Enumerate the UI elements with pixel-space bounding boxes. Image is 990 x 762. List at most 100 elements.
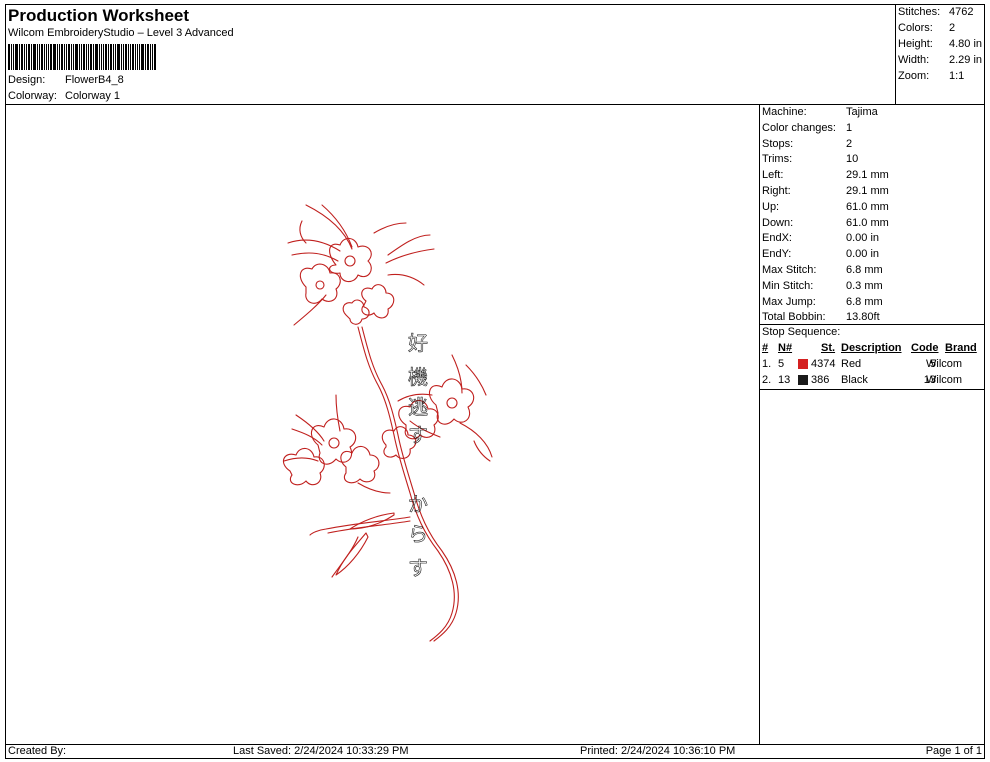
width-value: 2.29 in bbox=[949, 54, 983, 66]
colorway-value: Colorway 1 bbox=[65, 90, 121, 102]
colors-value: 2 bbox=[949, 22, 956, 34]
column-header-n: N# bbox=[778, 342, 793, 354]
width-label: Width: bbox=[898, 54, 930, 66]
property-value: 2 bbox=[846, 137, 853, 150]
property-label: Color changes: bbox=[762, 121, 836, 134]
page-title: Production Worksheet bbox=[8, 6, 190, 25]
design-value: FlowerB4_8 bbox=[65, 74, 124, 86]
colors-row: Colors: 2 bbox=[898, 22, 955, 34]
divider bbox=[760, 324, 985, 325]
property-label: Left: bbox=[762, 169, 784, 182]
height-label: Height: bbox=[898, 38, 933, 50]
property-row: Machine: Tajima bbox=[762, 106, 878, 118]
property-value: 1 bbox=[846, 121, 853, 134]
height-value: 4.80 in bbox=[949, 38, 983, 50]
embroidery-design: 好機逃すからす bbox=[282, 204, 493, 642]
page-number: Page 1 of 1 bbox=[925, 745, 982, 757]
property-label: Total Bobbin: bbox=[762, 311, 826, 324]
property-value: 0.00 in bbox=[846, 232, 880, 245]
stitches-label: Stitches: bbox=[898, 6, 941, 18]
property-row: Up: 61.0 mm bbox=[762, 201, 889, 213]
embroidered-kanji: か bbox=[408, 492, 428, 516]
property-row: Total Bobbin: 13.80ft bbox=[762, 311, 880, 323]
property-label: EndX: bbox=[762, 232, 792, 245]
stem bbox=[357, 326, 455, 642]
stats-box: Stitches: 4762 Colors: 2 Height: 4.80 in Wi… bbox=[895, 4, 985, 104]
stop-num: 1. bbox=[762, 358, 772, 370]
worksheet-header: Production Worksheet Wilcom EmbroiderySt… bbox=[5, 4, 895, 104]
stop-sequence-row: 1. 5 4374 Red 5 Wilcom bbox=[762, 358, 984, 372]
property-row: EndY: 0.00 in bbox=[762, 248, 879, 260]
embroidered-kanji: す bbox=[408, 423, 428, 447]
property-label: Stops: bbox=[762, 137, 794, 150]
colorway-label: Colorway: bbox=[8, 90, 57, 102]
property-value: 10 bbox=[846, 153, 859, 166]
stitches-row: Stitches: 4762 bbox=[898, 6, 973, 18]
property-value: Tajima bbox=[846, 106, 878, 118]
property-value: 29.1 mm bbox=[846, 169, 889, 182]
design-label: Design: bbox=[8, 74, 46, 86]
divider bbox=[760, 389, 985, 390]
property-row: Down: 61.0 mm bbox=[762, 217, 889, 229]
column-header-st: St. bbox=[821, 342, 836, 354]
property-row: Max Stitch: 6.8 mm bbox=[762, 264, 883, 276]
last-saved: Last Saved: 2/24/2024 10:33:29 PM bbox=[233, 745, 409, 757]
embroidered-kanji: 好 bbox=[408, 331, 428, 355]
stop-desc: Red bbox=[841, 358, 862, 370]
stop-brand: Wilcom bbox=[926, 358, 963, 370]
property-row: Stops: 2 bbox=[762, 138, 852, 150]
property-label: Trims: bbox=[762, 153, 793, 166]
column-header-num: # bbox=[762, 342, 769, 354]
design-preview: 好機逃すからす bbox=[6, 105, 759, 744]
property-row: Left: 29.1 mm bbox=[762, 169, 889, 181]
property-value: 0.3 mm bbox=[846, 279, 883, 292]
design-name-row: Design: FlowerB4_8 bbox=[8, 74, 124, 86]
property-label: Right: bbox=[762, 185, 791, 197]
stop-n: 5 bbox=[778, 358, 785, 370]
stop-sequence-title: Stop Sequence: bbox=[762, 326, 841, 338]
width-row: Width: 2.29 in bbox=[898, 54, 982, 66]
stop-num: 2. bbox=[762, 373, 772, 386]
property-value: 6.8 mm bbox=[846, 264, 883, 276]
property-label: Machine: bbox=[762, 106, 807, 118]
stop-st: 386 bbox=[811, 373, 830, 386]
property-row: EndX: 0.00 in bbox=[762, 232, 879, 244]
colors-label: Colors: bbox=[898, 22, 933, 34]
stitches-value: 4762 bbox=[949, 6, 974, 18]
printed-date: Printed: 2/24/2024 10:36:10 PM bbox=[580, 745, 736, 757]
property-row: Max Jump: 6.8 mm bbox=[762, 296, 883, 308]
property-label: EndY: bbox=[762, 248, 792, 261]
leaf bbox=[335, 532, 369, 576]
property-label: Min Stitch: bbox=[762, 279, 814, 292]
footer: Created By: Last Saved: 2/24/2024 10:33:… bbox=[5, 745, 985, 759]
property-value: 0.00 in bbox=[846, 248, 880, 261]
colorway-row: Colorway: Colorway 1 bbox=[8, 90, 120, 102]
embroidered-kanji: す bbox=[408, 556, 428, 580]
property-value: 29.1 mm bbox=[846, 185, 889, 197]
embroidered-kanji: 機 bbox=[408, 365, 428, 389]
property-row: Color changes: 1 bbox=[762, 122, 852, 134]
stop-sequence-row: 2. 13 386 Black 13 Wilcom bbox=[762, 374, 984, 388]
stop-brand: Wilcom bbox=[926, 373, 963, 386]
height-row: Height: 4.80 in bbox=[898, 38, 982, 50]
property-label: Max Stitch: bbox=[762, 264, 817, 276]
property-value: 61.0 mm bbox=[846, 216, 889, 229]
property-label: Max Jump: bbox=[762, 295, 816, 308]
zoom-row: Zoom: 1:1 bbox=[898, 70, 964, 82]
stop-n: 13 bbox=[778, 373, 791, 386]
property-value: 13.80ft bbox=[846, 311, 880, 324]
property-label: Up: bbox=[762, 200, 780, 213]
column-header-code: Code bbox=[911, 342, 939, 354]
property-row: Right: 29.1 mm bbox=[762, 185, 889, 197]
zoom-value: 1:1 bbox=[949, 70, 965, 82]
software-subtitle: Wilcom EmbroideryStudio – Level 3 Advanc… bbox=[8, 27, 234, 39]
color-swatch bbox=[798, 359, 808, 369]
property-row: Trims: 10 bbox=[762, 153, 858, 165]
flower-top bbox=[287, 204, 435, 326]
column-header-brand: Brand bbox=[945, 342, 977, 354]
divider bbox=[759, 104, 760, 744]
branch bbox=[309, 516, 411, 536]
property-value: 6.8 mm bbox=[846, 295, 883, 308]
embroidered-kanji: ら bbox=[408, 522, 428, 546]
color-swatch bbox=[798, 374, 808, 385]
